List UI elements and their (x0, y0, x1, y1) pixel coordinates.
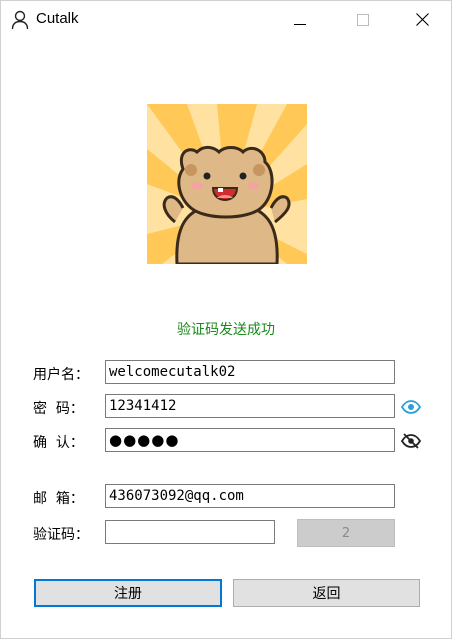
minimize-icon (294, 11, 306, 30)
username-label: 用户名： (33, 367, 89, 383)
minimize-button[interactable] (277, 1, 323, 39)
code-label: 验证码： (33, 527, 89, 543)
email-label: 邮 箱： (33, 491, 84, 507)
close-icon (415, 11, 429, 30)
send-code-button[interactable]: 2 (297, 519, 395, 547)
user-icon (11, 10, 29, 30)
password-label: 密 码： (33, 401, 84, 417)
bear-avatar-image (147, 104, 307, 264)
status-message: 验证码发送成功 (177, 322, 275, 338)
maximize-icon (357, 11, 369, 30)
app-window: Cutalk 验证码发送成功 用户名： welcomecutalk02 密 码：… (0, 0, 452, 639)
password-input[interactable]: 12341412 (105, 394, 395, 418)
title-bar[interactable]: Cutalk (1, 1, 451, 39)
code-input[interactable] (105, 520, 275, 544)
maximize-button[interactable] (340, 1, 386, 39)
eye-slash-icon[interactable] (400, 433, 422, 449)
close-button[interactable] (399, 1, 445, 39)
eye-open-icon[interactable] (400, 399, 422, 415)
confirm-password-input[interactable]: ●●●●● (105, 428, 395, 452)
email-input[interactable]: 436073092@qq.com (105, 484, 395, 508)
username-input[interactable]: welcomecutalk02 (105, 360, 395, 384)
back-button[interactable]: 返回 (233, 579, 420, 607)
confirm-label: 确 认： (33, 435, 84, 451)
window-title: Cutalk (36, 10, 79, 27)
register-button[interactable]: 注册 (34, 579, 222, 607)
